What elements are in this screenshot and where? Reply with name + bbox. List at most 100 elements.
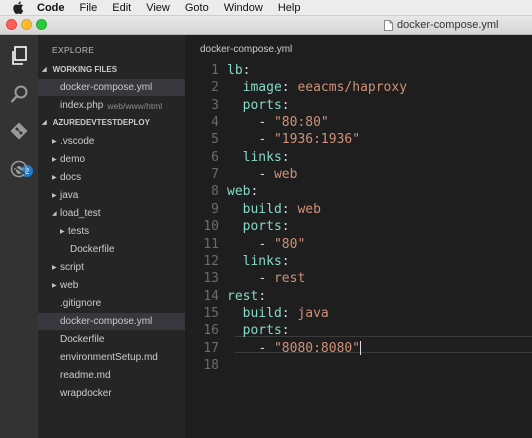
- tree-item-label: docker-compose.yml: [60, 316, 153, 327]
- line-number: 1: [211, 63, 219, 78]
- menu-help[interactable]: Help: [278, 2, 301, 14]
- code-text: build: web: [227, 202, 321, 217]
- tree-item-demo[interactable]: ▶ demo: [38, 151, 185, 168]
- code-line[interactable]: 15 build: java: [185, 305, 532, 322]
- yaml-value: "1936:1936": [273, 132, 361, 148]
- tree-item-gitignore[interactable]: .gitignore: [38, 295, 185, 312]
- maximize-window-button[interactable]: [36, 19, 47, 30]
- working-file-item[interactable]: index.php web/www/html: [38, 97, 185, 114]
- working-files-header[interactable]: ◢ WORKING FILES: [42, 65, 117, 74]
- yaml-value: eeacms/haproxy: [297, 80, 408, 96]
- yaml-value: "80:80": [273, 115, 329, 131]
- code-line[interactable]: 16 ports:: [185, 322, 532, 339]
- menu-file[interactable]: File: [80, 2, 98, 14]
- tree-item-docs[interactable]: ▶ docs: [38, 169, 185, 186]
- tree-item-tests[interactable]: ▶ tests: [38, 223, 185, 240]
- code-line[interactable]: 3 ports:: [185, 97, 532, 114]
- tree-item-label: environmentSetup.md: [60, 352, 158, 363]
- code-line[interactable]: 11 - "80": [185, 236, 532, 253]
- code-line[interactable]: 10 ports:: [185, 218, 532, 235]
- yaml-key: build: [242, 201, 282, 217]
- yaml-punctuation: :: [258, 288, 267, 304]
- code-line[interactable]: 8 web:: [185, 183, 532, 200]
- tree-item-label: script: [60, 262, 84, 273]
- code-line[interactable]: 7 - web: [185, 166, 532, 183]
- tree-item-java[interactable]: ▶ java: [38, 187, 185, 204]
- tree-item-wrapdocker[interactable]: wrapdocker: [38, 385, 185, 402]
- tree-item-environment-setup[interactable]: environmentSetup.md: [38, 349, 185, 366]
- code-editor[interactable]: docker-compose.yml 1 lb: 2 image: eeacms/h…: [185, 35, 532, 438]
- apple-icon[interactable]: [12, 1, 25, 14]
- code-line[interactable]: 2 image: eeacms/haproxy: [185, 79, 532, 96]
- menu-goto[interactable]: Goto: [185, 2, 209, 14]
- code-line[interactable]: 17 - "8080:8080": [185, 340, 532, 357]
- menu-window[interactable]: Window: [224, 2, 263, 14]
- code-line[interactable]: 1 lb:: [185, 62, 532, 79]
- tree-item-readme[interactable]: readme.md: [38, 367, 185, 384]
- code-text: lb:: [227, 63, 250, 78]
- yaml-punctuation: :: [250, 184, 259, 200]
- yaml-punctuation: :: [281, 80, 298, 96]
- search-icon[interactable]: [9, 84, 29, 104]
- code-line[interactable]: 18: [185, 357, 532, 374]
- tree-item-dockerfile[interactable]: Dockerfile: [38, 331, 185, 348]
- code-text: ports:: [227, 219, 290, 234]
- yaml-punctuation: :: [281, 323, 290, 339]
- close-window-button[interactable]: [6, 19, 17, 30]
- code-line[interactable]: 5 - "1936:1936": [185, 131, 532, 148]
- line-number: 7: [211, 167, 219, 183]
- tree-item-vscode[interactable]: ▶ .vscode: [38, 133, 185, 150]
- minimize-window-button[interactable]: [21, 19, 32, 30]
- code-text: build: java: [227, 306, 329, 321]
- yaml-punctuation: -: [258, 236, 274, 252]
- code-line[interactable]: 12 links:: [185, 253, 532, 270]
- code-line[interactable]: 13 - rest: [185, 270, 532, 287]
- yaml-value: rest: [273, 271, 306, 287]
- yaml-key: lb: [227, 63, 243, 78]
- code-text: - rest: [227, 271, 305, 286]
- sidebar-title: EXPLORE: [52, 45, 95, 55]
- debug-icon[interactable]: [9, 159, 29, 179]
- code-line[interactable]: 4 - "80:80": [185, 114, 532, 131]
- collapsed-chevron-icon: ▶: [52, 175, 57, 181]
- tree-item-script[interactable]: ▶ script: [38, 259, 185, 276]
- menu-view[interactable]: View: [146, 2, 170, 14]
- yaml-punctuation: :: [281, 253, 290, 269]
- yaml-punctuation: :: [281, 305, 298, 321]
- window-title-text: docker-compose.yml: [397, 19, 499, 31]
- yaml-punctuation: -: [258, 340, 274, 356]
- yaml-key: ports: [242, 219, 282, 235]
- tree-item-label: readme.md: [60, 370, 111, 381]
- tree-item-web[interactable]: ▶ web: [38, 277, 185, 294]
- collapsed-chevron-icon: ▶: [52, 283, 57, 289]
- line-number: 14: [203, 288, 219, 304]
- working-file-item[interactable]: docker-compose.yml: [38, 79, 185, 96]
- tree-item-label: load_test: [60, 208, 101, 219]
- line-number: 16: [203, 323, 219, 339]
- tree-item-load-test[interactable]: ◢ load_test: [38, 205, 185, 222]
- git-icon[interactable]: [9, 121, 29, 141]
- explorer-icon[interactable]: [9, 46, 29, 66]
- line-number: 15: [203, 305, 219, 321]
- collapsed-chevron-icon: ▶: [52, 157, 57, 163]
- editor-file-title[interactable]: docker-compose.yml: [200, 44, 292, 55]
- collapsed-chevron-icon: ▶: [52, 193, 57, 199]
- line-number: 5: [211, 132, 219, 148]
- menu-edit[interactable]: Edit: [112, 2, 131, 14]
- tree-item-label: tests: [68, 226, 90, 237]
- code-line[interactable]: 6 links:: [185, 149, 532, 166]
- menu-bar: Code File Edit View Goto Window Help: [0, 0, 532, 16]
- menu-code[interactable]: Code: [37, 2, 65, 14]
- code-line[interactable]: 14 rest:: [185, 288, 532, 305]
- project-folder-header[interactable]: ◢ AZUREDEVTESTDEPLOY: [42, 118, 150, 127]
- yaml-key: web: [227, 184, 251, 200]
- tree-item-docker-compose[interactable]: docker-compose.yml: [38, 313, 185, 330]
- tree-item-load-test-dockerfile[interactable]: Dockerfile: [38, 241, 185, 258]
- tree-item-label: docs: [60, 172, 82, 183]
- line-number: 9: [211, 201, 219, 217]
- code-text: ports:: [227, 323, 290, 338]
- code-line[interactable]: 9 build: web: [185, 201, 532, 218]
